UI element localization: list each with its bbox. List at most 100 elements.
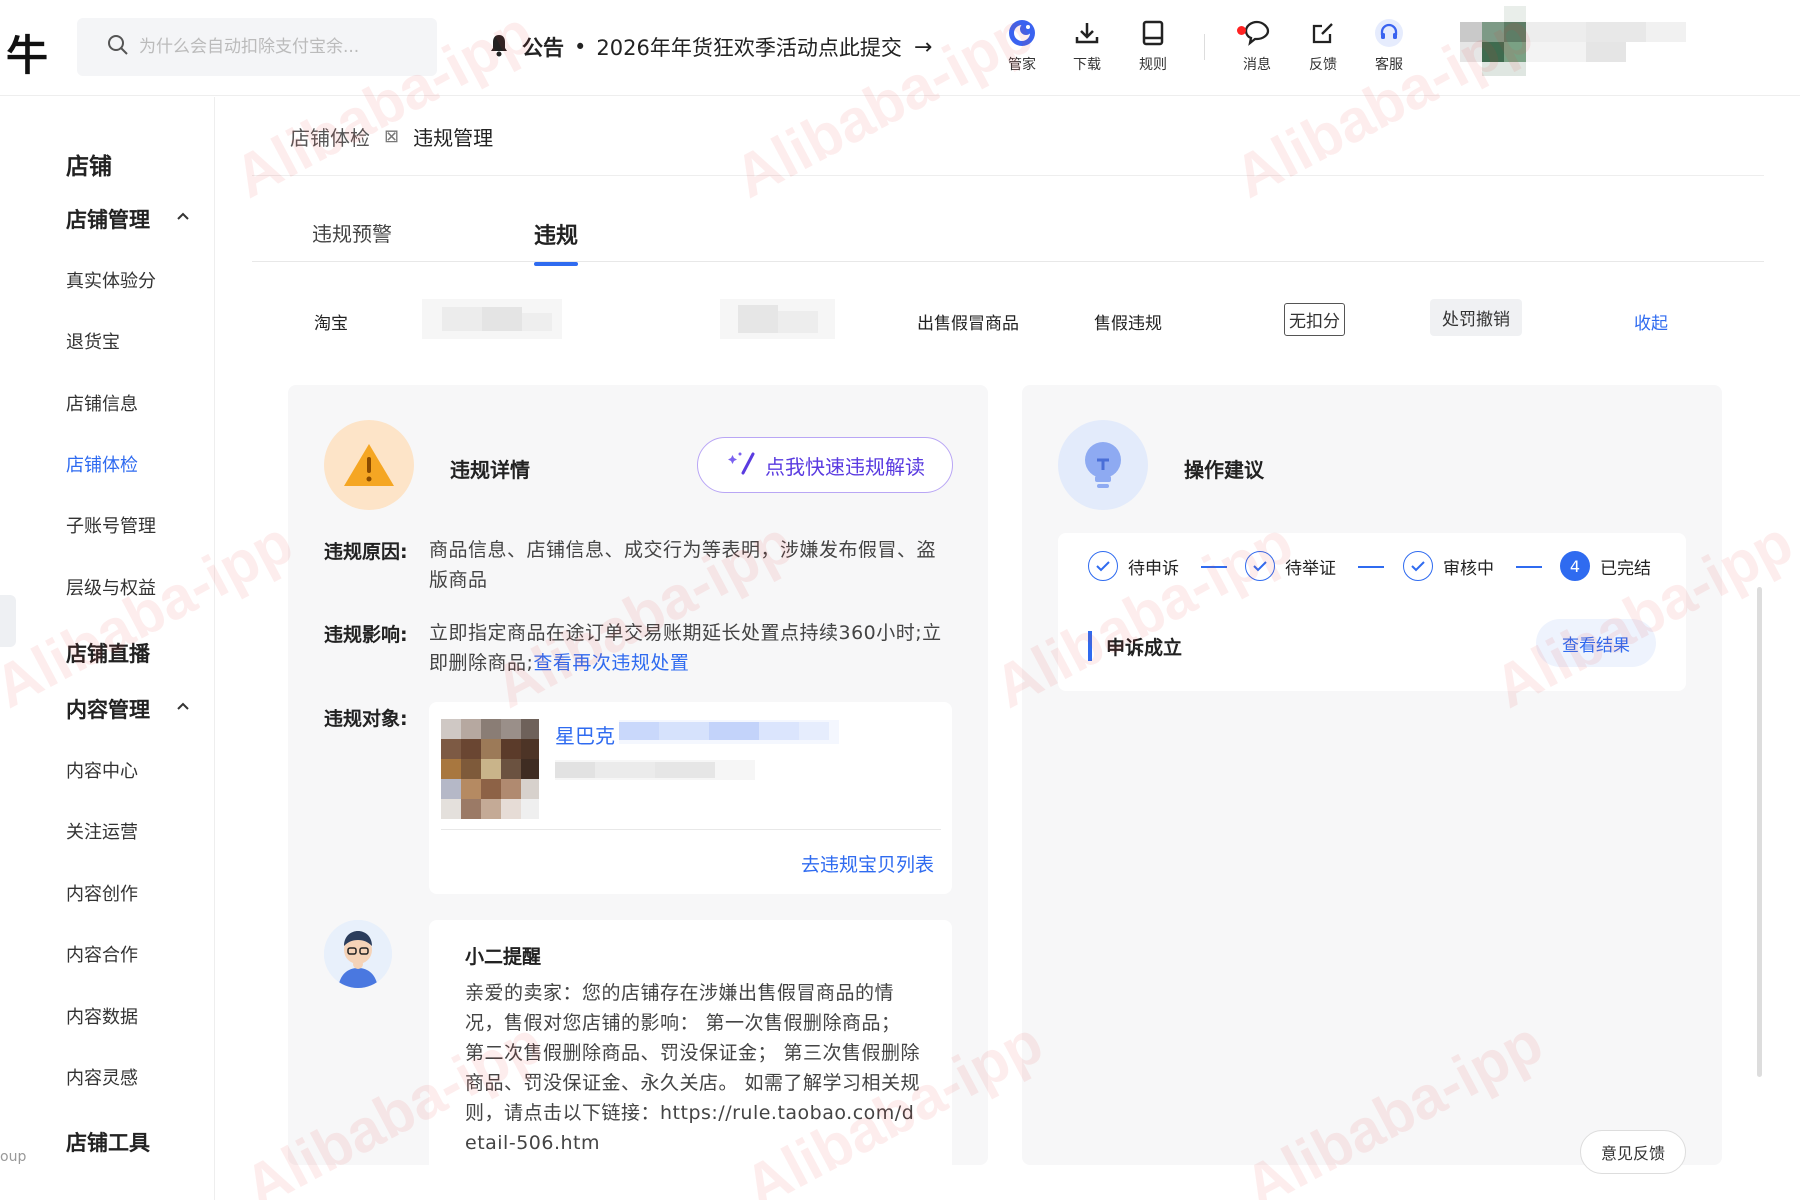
search-icon bbox=[107, 34, 129, 60]
app-logo[interactable]: 牛 bbox=[6, 22, 48, 83]
sidebar-group-shop-tools[interactable]: 店铺工具 bbox=[66, 1127, 150, 1157]
violation-detail-panel: 违规详情 点我快速违规解读 违规原因: 商品信息、店铺信息、成交行为等表明，涉嫌… bbox=[288, 385, 988, 1165]
sidebar-section-title: 店铺 bbox=[66, 154, 112, 180]
sidebar-collapse-handle[interactable] bbox=[0, 595, 16, 647]
tab-violation[interactable]: 违规 bbox=[534, 218, 579, 266]
feedback-button[interactable]: 意见反馈 bbox=[1580, 1130, 1686, 1174]
object-label: 违规对象: bbox=[324, 708, 408, 730]
tool-feedback[interactable]: 反馈 bbox=[1293, 16, 1353, 74]
violation-summary-row[interactable]: 淘宝 出售假冒商品 售假违规 无扣分 处罚撤销 收起 bbox=[252, 295, 1764, 347]
tool-label: 反馈 bbox=[1309, 57, 1337, 73]
step-number-badge: 4 bbox=[1560, 551, 1590, 581]
chevron-up-icon[interactable] bbox=[176, 209, 190, 225]
assistant-icon bbox=[992, 16, 1052, 50]
step-pending-appeal: 待申诉 bbox=[1088, 551, 1179, 581]
go-violation-items-link[interactable]: 去违规宝贝列表 bbox=[801, 850, 934, 877]
user-avatar-blurred[interactable] bbox=[1460, 6, 1700, 80]
sidebar-item[interactable]: 店铺信息 bbox=[66, 390, 138, 416]
summary-category: 售假违规 bbox=[1094, 314, 1162, 334]
sidebar-item[interactable]: 内容灵感 bbox=[66, 1064, 138, 1090]
book-icon bbox=[1123, 16, 1183, 50]
impact-label: 违规影响: bbox=[324, 624, 408, 646]
breadcrumb-current: 违规管理 bbox=[413, 126, 494, 150]
product-thumbnail[interactable] bbox=[441, 719, 539, 819]
ai-explain-button[interactable]: 点我快速违规解读 bbox=[697, 437, 953, 493]
warning-icon bbox=[324, 420, 414, 510]
sidebar-item[interactable]: 内容合作 bbox=[66, 941, 138, 967]
sparkle-icon bbox=[725, 450, 755, 481]
assistant-avatar bbox=[324, 920, 392, 988]
tool-assistant[interactable]: 管家 bbox=[992, 16, 1052, 74]
step-connector bbox=[1358, 566, 1384, 568]
sidebar-group-shop-live[interactable]: 店铺直播 bbox=[66, 638, 150, 668]
tab-violation-warning[interactable]: 违规预警 bbox=[312, 218, 392, 247]
reason-text: 商品信息、店铺信息、成交行为等表明，涉嫌发布假冒、盗版商品 bbox=[429, 539, 937, 591]
search-input[interactable] bbox=[139, 37, 429, 57]
step-label: 审核中 bbox=[1443, 558, 1494, 579]
reminder-title: 小二提醒 bbox=[465, 946, 542, 968]
collapse-link[interactable]: 收起 bbox=[1634, 309, 1668, 334]
download-icon bbox=[1057, 16, 1117, 50]
tool-customer-service[interactable]: 客服 bbox=[1359, 16, 1419, 74]
sidebar-group-shop-management[interactable]: 店铺管理 bbox=[66, 204, 150, 234]
step-connector bbox=[1201, 566, 1227, 568]
tool-download[interactable]: 下载 bbox=[1057, 16, 1117, 74]
summary-violation-type: 出售假冒商品 bbox=[917, 314, 1019, 334]
sidebar-group-content-management[interactable]: 内容管理 bbox=[66, 694, 150, 724]
step-completed: 4 已完结 bbox=[1560, 551, 1651, 581]
tool-rules[interactable]: 规则 bbox=[1123, 16, 1183, 74]
check-circle-icon bbox=[1403, 551, 1433, 581]
bell-icon bbox=[488, 33, 510, 62]
tool-messages[interactable]: 消息 bbox=[1227, 16, 1287, 74]
tool-label: 管家 bbox=[1008, 57, 1036, 73]
blurred-product-title bbox=[619, 720, 839, 748]
sidebar-bottom-hint: oup bbox=[0, 1149, 27, 1165]
impact-link[interactable]: 查看再次违规处置 bbox=[533, 652, 689, 674]
sidebar-item-active[interactable]: 店铺体检 bbox=[66, 451, 138, 477]
sidebar-item[interactable]: 真实体验分 bbox=[66, 267, 156, 293]
detail-title: 违规详情 bbox=[450, 458, 530, 482]
summary-platform: 淘宝 bbox=[314, 314, 348, 334]
announcement-label: 公告 bbox=[522, 36, 564, 60]
check-circle-icon bbox=[1245, 551, 1275, 581]
top-bar: 牛 公告 • 2026年年货狂欢季活动点此提交 → 管家 下载 规则 bbox=[0, 0, 1800, 96]
advice-title: 操作建议 bbox=[1184, 458, 1264, 482]
operation-advice-panel: 操作建议 待申诉 待举证 审核中 4 已完结 申诉成立 查看结果 bbox=[1022, 385, 1722, 1165]
sidebar-item[interactable]: 关注运营 bbox=[66, 818, 138, 844]
blurred-product-meta bbox=[555, 760, 755, 784]
step-under-review: 审核中 bbox=[1403, 551, 1494, 581]
arrow-right-icon: → bbox=[913, 34, 933, 60]
message-icon bbox=[1227, 16, 1287, 50]
summary-status-tag: 处罚撤销 bbox=[1430, 299, 1522, 336]
summary-deduction-tag: 无扣分 bbox=[1284, 303, 1345, 336]
check-circle-icon bbox=[1088, 551, 1118, 581]
tool-label: 客服 bbox=[1375, 57, 1403, 73]
announcement-separator: • bbox=[574, 35, 587, 59]
result-accent-bar bbox=[1088, 631, 1092, 661]
sidebar-item[interactable]: 退货宝 bbox=[66, 328, 120, 354]
sidebar-item[interactable]: 内容数据 bbox=[66, 1003, 138, 1029]
sidebar-item[interactable]: 内容创作 bbox=[66, 880, 138, 906]
headset-icon bbox=[1359, 16, 1419, 50]
search-box[interactable] bbox=[77, 18, 437, 76]
result-title: 申诉成立 bbox=[1106, 637, 1183, 659]
announcement-banner[interactable]: 公告 • 2026年年货狂欢季活动点此提交 → bbox=[488, 32, 932, 62]
product-name-link[interactable]: 星巴克 bbox=[555, 720, 615, 749]
scrollbar[interactable] bbox=[1757, 587, 1762, 1077]
divider bbox=[252, 175, 1764, 176]
appeal-progress-card: 待申诉 待举证 审核中 4 已完结 申诉成立 查看结果 bbox=[1058, 533, 1686, 691]
tool-label: 规则 bbox=[1139, 57, 1167, 73]
view-result-button[interactable]: 查看结果 bbox=[1536, 619, 1656, 667]
reminder-card: 小二提醒 亲爱的卖家：您的店铺存在涉嫌出售假冒商品的情况，售假对您店铺的影响： … bbox=[429, 920, 952, 1165]
unread-dot bbox=[1237, 26, 1246, 35]
impact-text-block: 立即指定商品在途订单交易账期延长处置点持续360小时;立即删除商品;查看再次违规… bbox=[429, 618, 954, 678]
sidebar-item[interactable]: 层级与权益 bbox=[66, 574, 156, 600]
chevron-up-icon[interactable] bbox=[176, 699, 190, 715]
announcement-text[interactable]: 2026年年货狂欢季活动点此提交 bbox=[596, 32, 901, 62]
step-label: 待举证 bbox=[1285, 558, 1336, 579]
step-pending-evidence: 待举证 bbox=[1245, 551, 1336, 581]
sidebar-item[interactable]: 内容中心 bbox=[66, 757, 138, 783]
breadcrumb-parent[interactable]: 店铺体检 bbox=[290, 122, 370, 151]
sidebar-item[interactable]: 子账号管理 bbox=[66, 512, 156, 538]
ai-explain-label: 点我快速违规解读 bbox=[765, 454, 925, 479]
